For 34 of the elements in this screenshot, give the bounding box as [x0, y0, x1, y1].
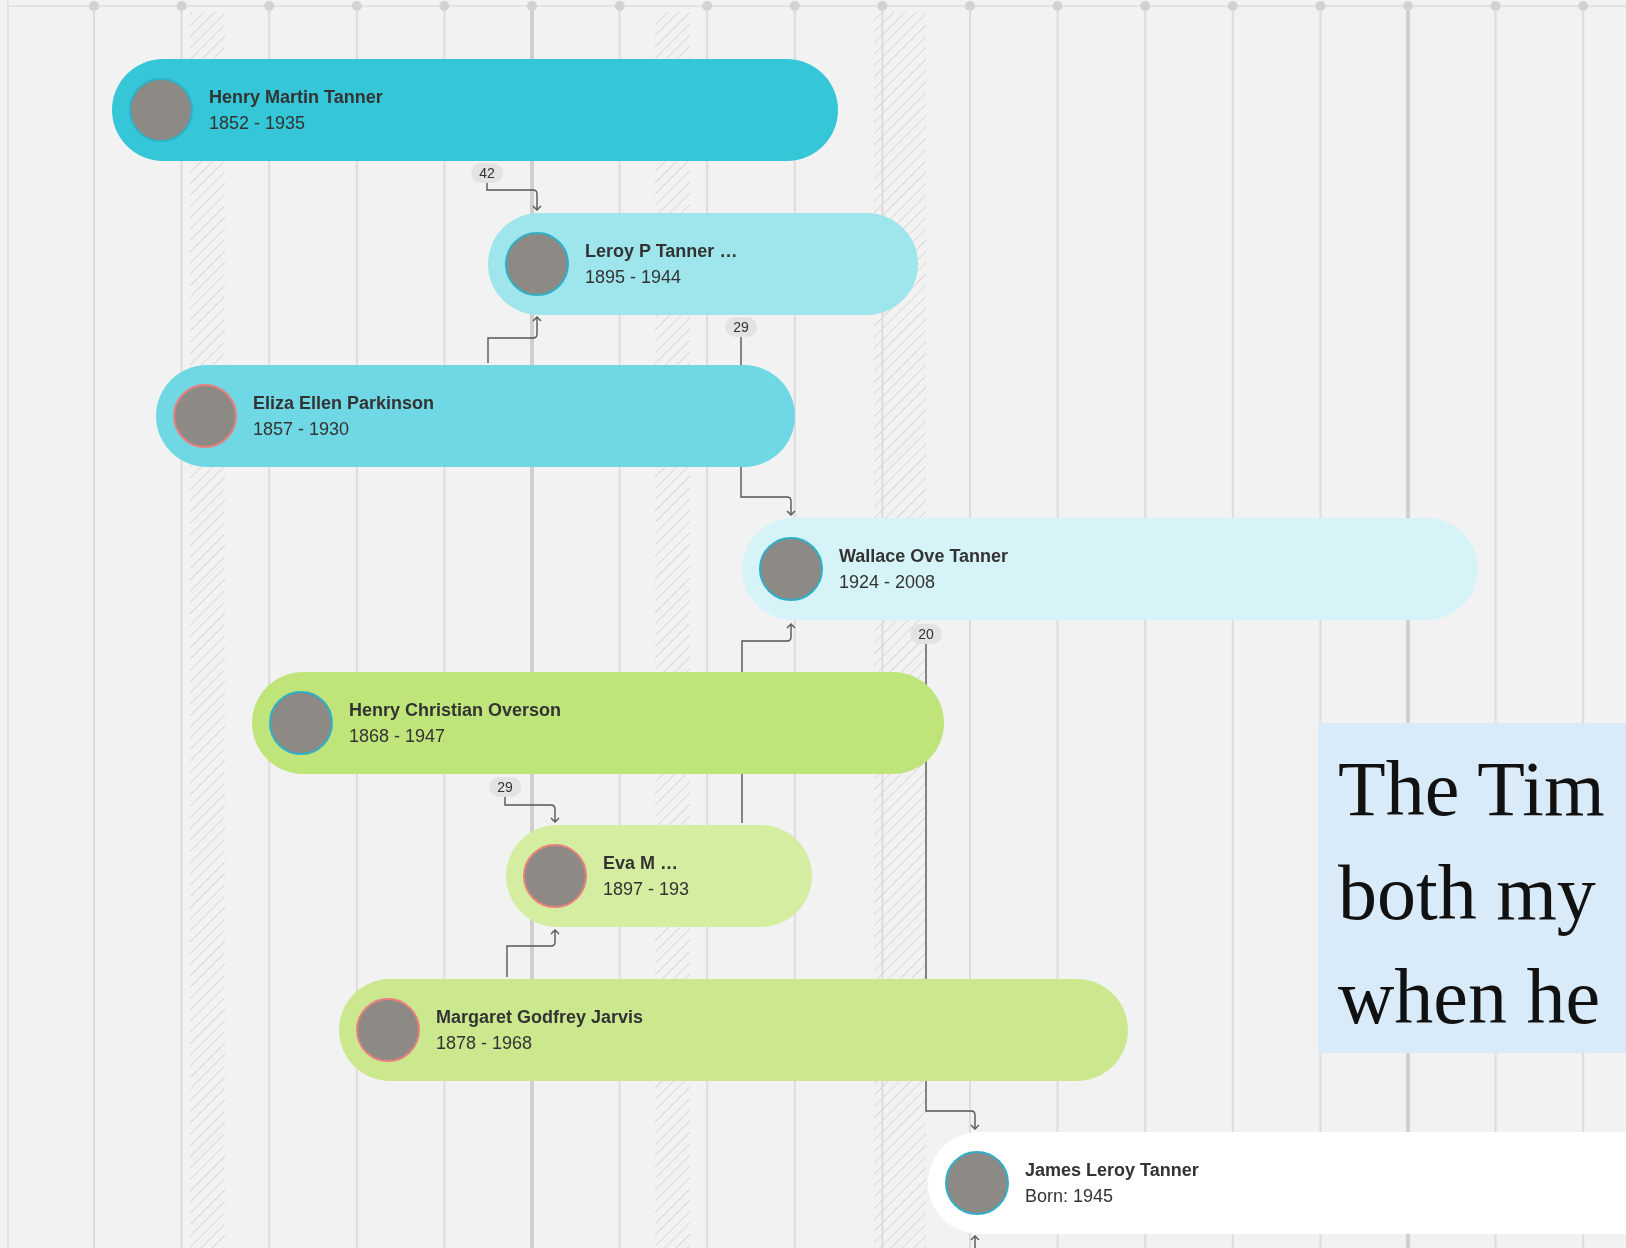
- life-dates: 1868 - 1947: [349, 725, 446, 747]
- life-dates: Born: 1945: [1025, 1185, 1114, 1207]
- person-name: Wallace Ove Tanner: [839, 545, 1009, 567]
- person-bar[interactable]: Margaret Godfrey Jarvis 1878 - 1968: [339, 979, 1128, 1081]
- age-badge: 29: [489, 777, 521, 797]
- person-name: Henry Christian Overson: [349, 699, 562, 721]
- person-name: Eliza Ellen Parkinson: [253, 392, 435, 414]
- life-dates: 1924 - 2008: [839, 571, 936, 593]
- note-text: The Tim both my when he: [1338, 744, 1605, 1042]
- person-name: Eva M …: [603, 852, 679, 874]
- life-dates: 1878 - 1968: [436, 1032, 533, 1054]
- life-dates: 1895 - 1944: [585, 266, 682, 288]
- person-bar[interactable]: Wallace Ove Tanner 1924 - 2008: [742, 518, 1478, 620]
- person-bar[interactable]: Eva M … 1897 - 193: [506, 825, 812, 927]
- connector-arrow: [970, 1235, 980, 1248]
- person-name: James Leroy Tanner: [1025, 1159, 1199, 1181]
- person-name: Henry Martin Tanner: [209, 86, 383, 108]
- life-dates: 1852 - 1935: [209, 112, 306, 134]
- age-badge: 20: [910, 624, 942, 644]
- age-badge: 29: [725, 317, 757, 337]
- connector-arrow: [504, 795, 560, 823]
- connector-arrow: [487, 316, 542, 364]
- person-bar[interactable]: James Leroy Tanner Born: 1945: [928, 1132, 1626, 1234]
- person-bar[interactable]: Leroy P Tanner … 1895 - 1944: [488, 213, 918, 315]
- person-name: Margaret Godfrey Jarvis: [436, 1006, 644, 1028]
- person-bar[interactable]: Eliza Ellen Parkinson 1857 - 1930: [156, 365, 795, 467]
- connector-arrow: [506, 929, 560, 978]
- person-name: Leroy P Tanner …: [585, 240, 738, 262]
- person-bar[interactable]: Henry Martin Tanner 1852 - 1935: [112, 59, 838, 161]
- connector-arrow: [486, 181, 542, 211]
- life-dates: 1897 - 193: [603, 878, 690, 900]
- age-badge: 42: [471, 163, 503, 183]
- person-bar[interactable]: Henry Christian Overson 1868 - 1947: [252, 672, 944, 774]
- life-dates: 1857 - 1930: [253, 418, 350, 440]
